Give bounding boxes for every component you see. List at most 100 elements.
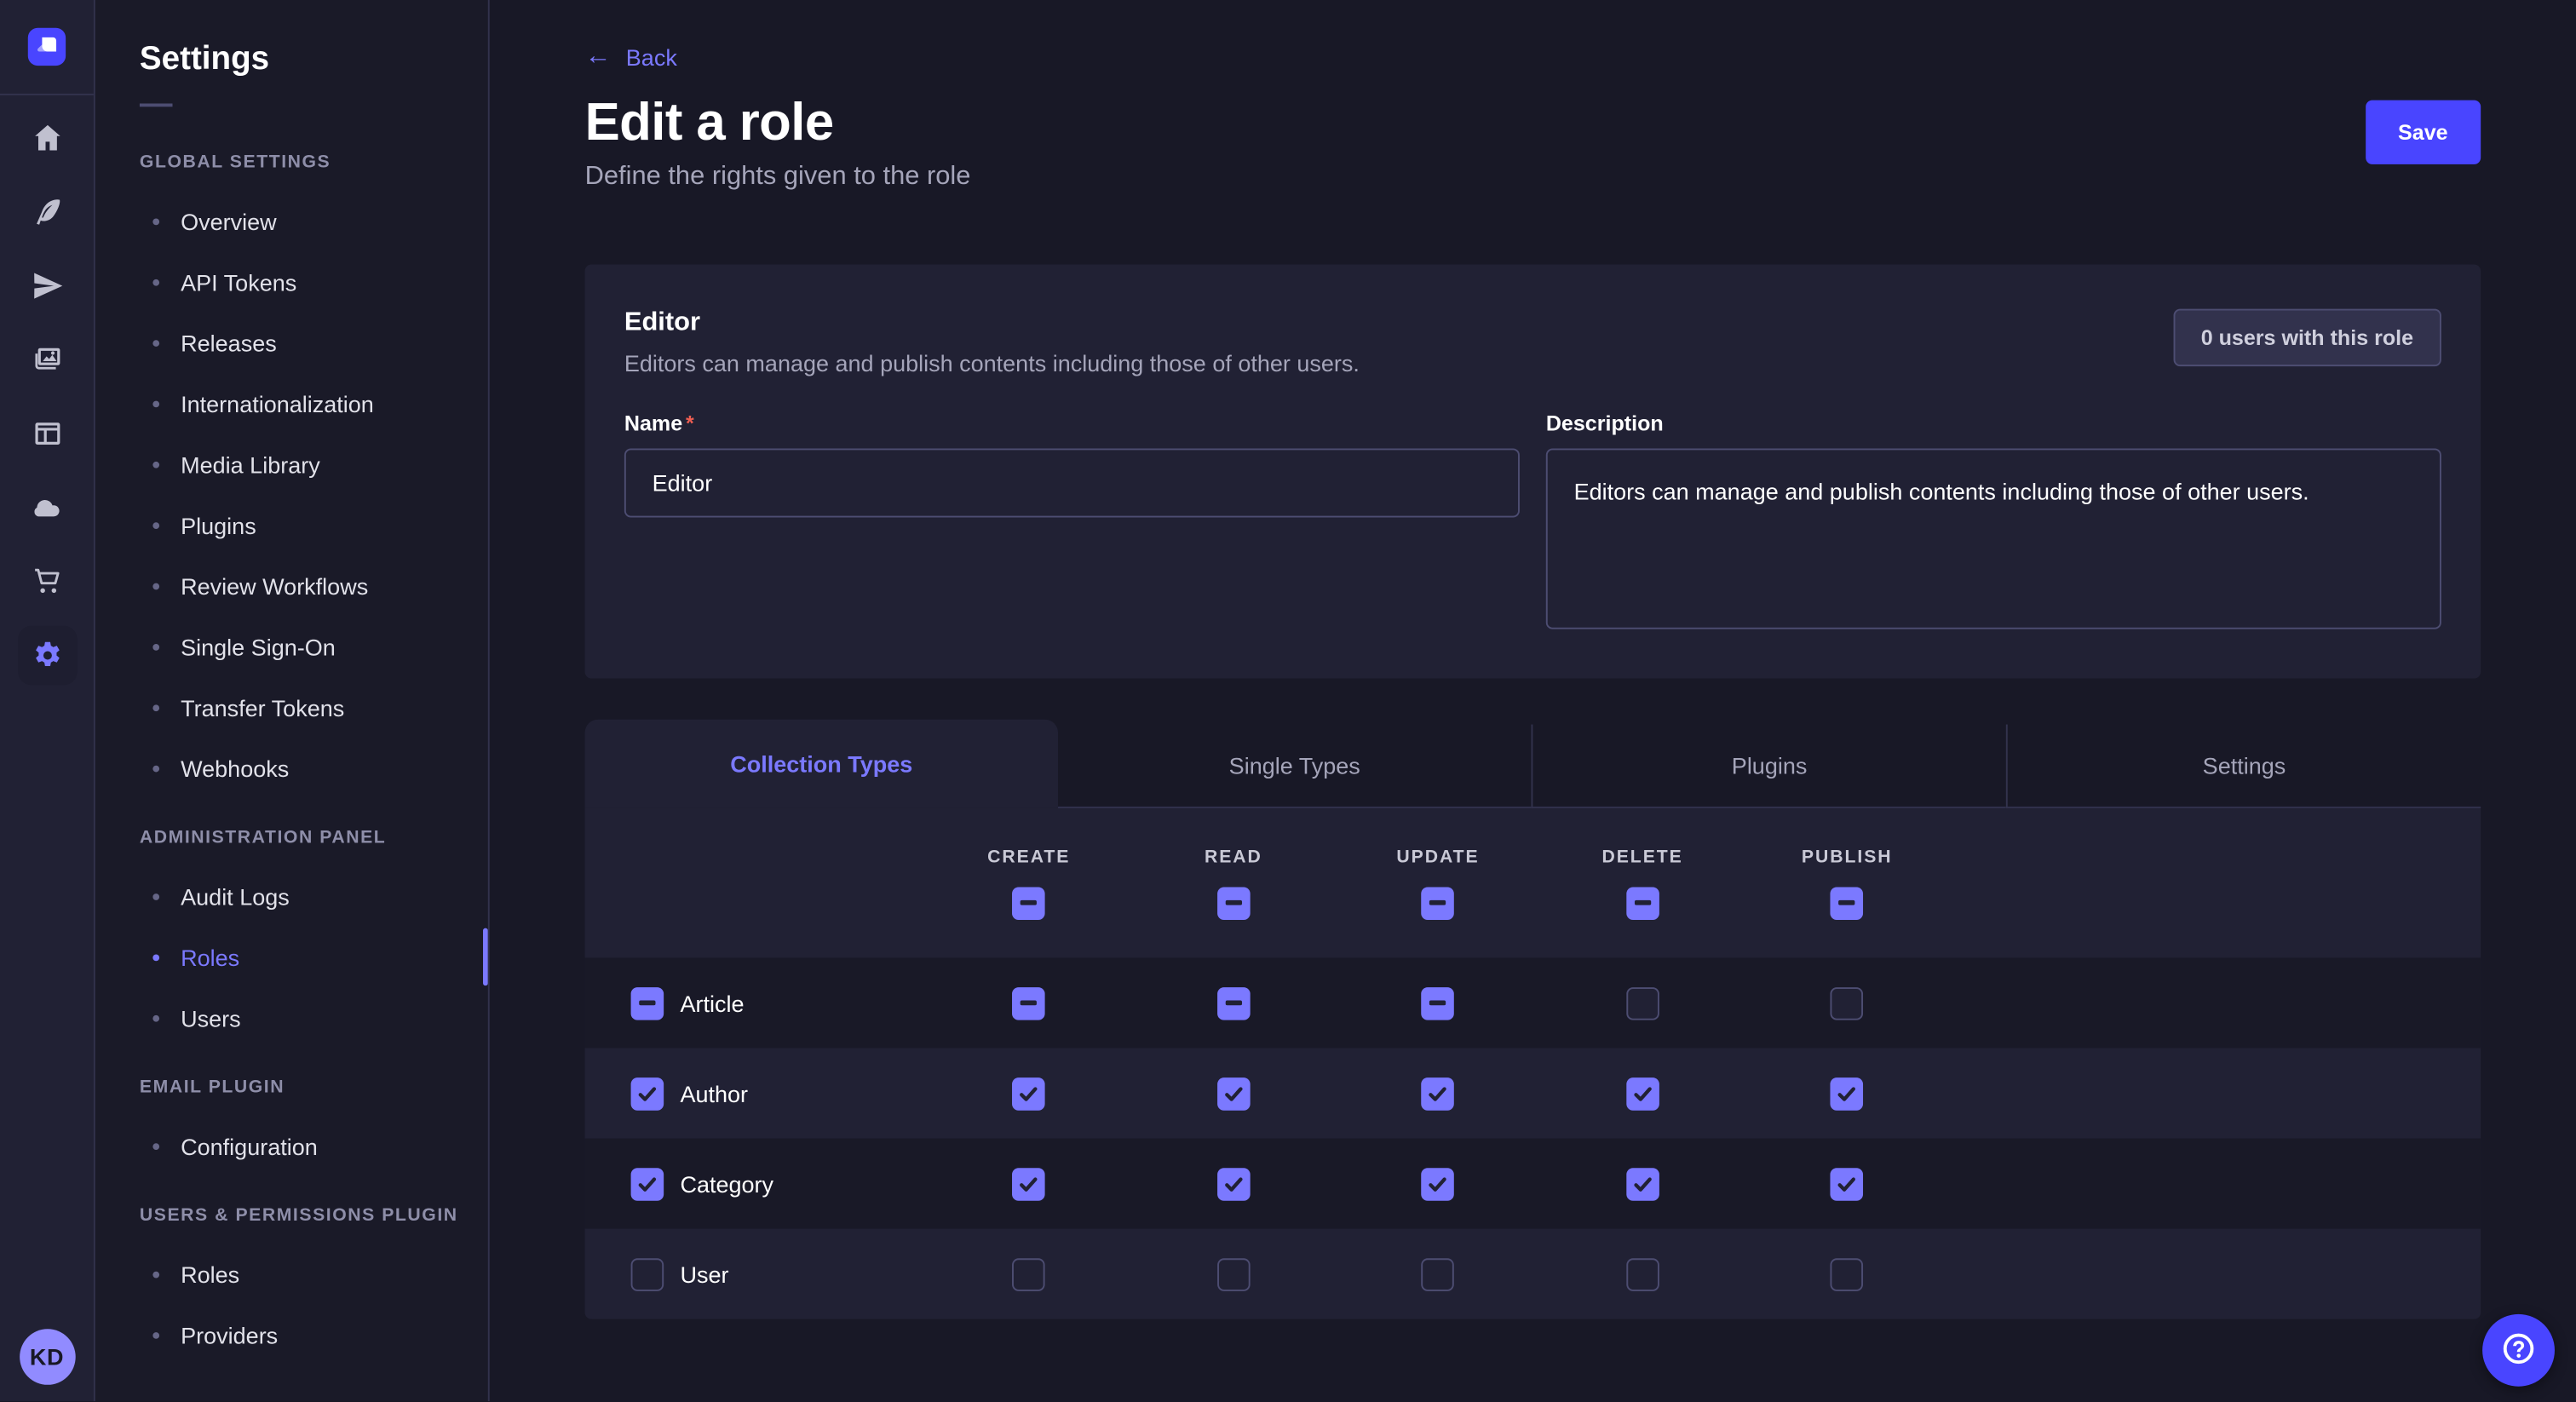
sidebar-item-audit-logs[interactable]: Audit Logs [95, 865, 488, 926]
column-header-update: UPDATE [1336, 848, 1540, 920]
sidebar-item-api-tokens[interactable]: API Tokens [95, 251, 488, 312]
bullet-icon [152, 461, 159, 468]
tab-collection-types[interactable]: Collection Types [585, 720, 1058, 808]
master-checkbox-publish[interactable] [1831, 887, 1864, 920]
permission-checkbox-article-create[interactable] [1012, 986, 1045, 1020]
sidebar-item-webhooks[interactable]: Webhooks [95, 738, 488, 798]
row-label-cell: User [585, 1258, 927, 1291]
description-field[interactable]: Editors can manage and publish contents … [1546, 449, 2441, 629]
permission-cell [1131, 1258, 1336, 1291]
bullet-icon [152, 583, 159, 589]
sidebar-item-users[interactable]: Users [95, 987, 488, 1048]
nav-layout-button[interactable] [17, 404, 76, 463]
permission-cell [1745, 986, 1949, 1020]
name-field-group: Name* [624, 411, 1520, 638]
bullet-icon [152, 765, 159, 772]
permission-checkbox-user-publish[interactable] [1831, 1258, 1864, 1291]
strapi-logo-icon[interactable] [28, 28, 66, 66]
permissions-tabs: Collection TypesSingle TypesPluginsSetti… [585, 720, 2481, 808]
check-icon [637, 1174, 657, 1193]
sidebar-item-providers[interactable]: Providers [95, 1304, 488, 1365]
tab-plugins[interactable]: Plugins [1531, 725, 2005, 808]
permission-checkbox-author-read[interactable] [1217, 1077, 1251, 1111]
permission-checkbox-category-update[interactable] [1422, 1168, 1455, 1201]
sidebar-item-label: Plugins [181, 512, 256, 538]
app-window: KD Settings GLOBAL SETTINGSOverview API T… [0, 0, 2576, 1401]
permission-cell [927, 1258, 1131, 1291]
nav-cart-button[interactable] [17, 552, 76, 611]
sidebar-item-internationalization[interactable]: Internationalization [95, 373, 488, 434]
permission-checkbox-user-create[interactable] [1012, 1258, 1045, 1291]
column-header-publish: PUBLISH [1745, 848, 1949, 920]
nav-feather-button[interactable] [17, 182, 76, 241]
tab-settings[interactable]: Settings [2006, 725, 2481, 808]
row-select-checkbox-category[interactable] [631, 1168, 664, 1201]
check-icon [1837, 1083, 1857, 1103]
sidebar-item-review-workflows[interactable]: Review Workflows [95, 555, 488, 616]
permission-checkbox-article-delete[interactable] [1626, 986, 1659, 1020]
required-asterisk: * [686, 411, 694, 436]
sidebar-item-overview[interactable]: Overview [95, 191, 488, 251]
permission-checkbox-article-publish[interactable] [1831, 986, 1864, 1020]
row-label-cell: Category [585, 1168, 927, 1201]
indeterminate-dash-icon [1225, 901, 1241, 905]
bullet-icon [152, 893, 159, 899]
master-checkbox-create[interactable] [1012, 887, 1045, 920]
master-checkbox-delete[interactable] [1626, 887, 1659, 920]
permission-checkbox-author-create[interactable] [1012, 1077, 1045, 1111]
sidebar-item-roles[interactable]: Roles [95, 927, 488, 987]
sidebar-item-transfer-tokens[interactable]: Transfer Tokens [95, 677, 488, 738]
permission-checkbox-author-publish[interactable] [1831, 1077, 1864, 1111]
row-select-checkbox-author[interactable] [631, 1077, 664, 1111]
role-details-card: Editor Editors can manage and publish co… [585, 265, 2481, 679]
master-checkbox-update[interactable] [1422, 887, 1455, 920]
sidebar-item-releases[interactable]: Releases [95, 312, 488, 372]
sidebar-item-single-sign-on[interactable]: Single Sign-On [95, 616, 488, 676]
permission-checkbox-author-delete[interactable] [1626, 1077, 1659, 1111]
permission-checkbox-article-update[interactable] [1422, 986, 1455, 1020]
back-link[interactable]: ← Back [585, 44, 677, 71]
nav-gear-button[interactable] [17, 626, 76, 685]
sidebar-item-roles[interactable]: Roles [95, 1244, 488, 1304]
avatar[interactable]: KD [19, 1329, 75, 1385]
bullet-icon [152, 1331, 159, 1338]
name-field[interactable] [624, 449, 1520, 518]
tab-single-types[interactable]: Single Types [1058, 725, 1531, 808]
permission-checkbox-category-publish[interactable] [1831, 1168, 1864, 1201]
permission-checkbox-category-read[interactable] [1217, 1168, 1251, 1201]
indeterminate-dash-icon [1634, 901, 1650, 905]
sidebar-item-label: Roles [181, 944, 239, 970]
bullet-icon [152, 1014, 159, 1021]
cloud-icon [31, 491, 64, 525]
sidebar-item-label: Media Library [181, 451, 320, 477]
content-type-label: User [680, 1261, 728, 1288]
row-select-checkbox-user[interactable] [631, 1258, 664, 1291]
master-checkbox-read[interactable] [1217, 887, 1251, 920]
permission-cell [927, 986, 1131, 1020]
row-select-checkbox-article[interactable] [631, 986, 664, 1020]
permissions-panel: CREATEREADUPDATEDELETEPUBLISH ArticleAut… [585, 808, 2481, 1319]
sidebar-item-plugins[interactable]: Plugins [95, 495, 488, 555]
permission-checkbox-article-read[interactable] [1217, 986, 1251, 1020]
nav-paper-plane-button[interactable] [17, 256, 76, 315]
permission-checkbox-category-delete[interactable] [1626, 1168, 1659, 1201]
permission-checkbox-category-create[interactable] [1012, 1168, 1045, 1201]
nav-media-button[interactable] [17, 330, 76, 389]
content-type-label: Author [680, 1080, 748, 1106]
sidebar-item-media-library[interactable]: Media Library [95, 434, 488, 494]
sidebar-section-heading: ADMINISTRATION PANEL [95, 798, 488, 865]
permission-checkbox-author-update[interactable] [1422, 1077, 1455, 1111]
save-button[interactable]: Save [2365, 101, 2481, 164]
check-icon [1837, 1174, 1857, 1193]
nav-cloud-button[interactable] [17, 478, 76, 537]
sidebar-section-heading: GLOBAL SETTINGS [95, 124, 488, 191]
indeterminate-dash-icon [1839, 901, 1855, 905]
permission-checkbox-user-read[interactable] [1217, 1258, 1251, 1291]
sidebar-item-configuration[interactable]: Configuration [95, 1116, 488, 1176]
permission-checkbox-user-update[interactable] [1422, 1258, 1455, 1291]
help-button[interactable] [2482, 1314, 2555, 1387]
permission-checkbox-user-delete[interactable] [1626, 1258, 1659, 1291]
sidebar-item-label: API Tokens [181, 268, 296, 295]
nav-home-button[interactable] [17, 108, 76, 167]
check-icon [1633, 1083, 1653, 1103]
